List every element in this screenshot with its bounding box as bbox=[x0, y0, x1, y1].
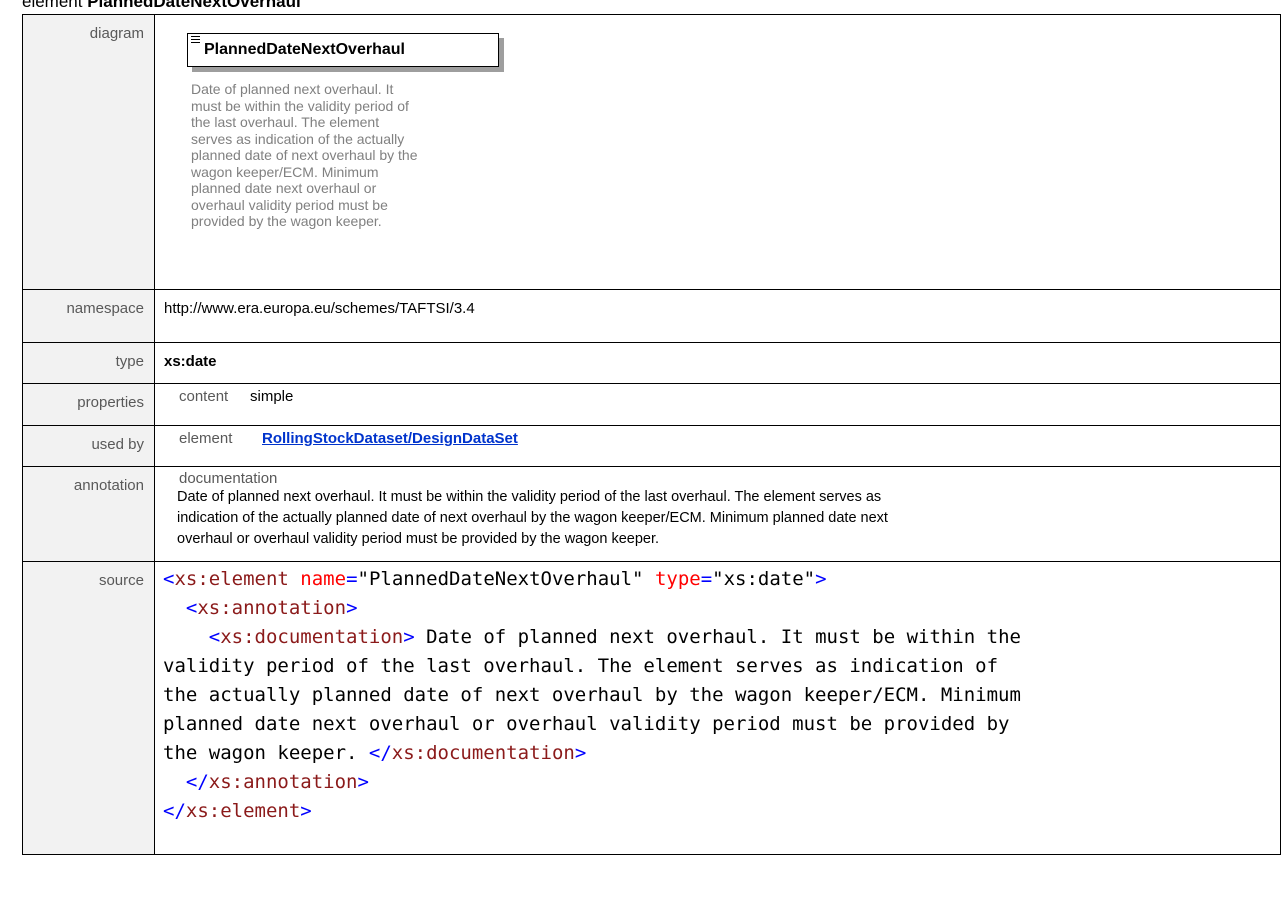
row-type: type xs:date bbox=[22, 342, 1281, 384]
source-code: <xs:element name="PlannedDateNextOverhau… bbox=[163, 568, 1021, 822]
page-title-element-name: PlannedDateNextOverhaul bbox=[87, 0, 301, 11]
element-box-name: PlannedDateNextOverhaul bbox=[204, 41, 405, 58]
diagram-doc-line: wagon keeper/ECM. Minimum bbox=[191, 163, 379, 180]
diagram-documentation: Date of planned next overhaul. It must b… bbox=[191, 81, 506, 230]
diagram-doc-line: Date of planned next overhaul. It bbox=[191, 81, 394, 97]
element-box[interactable]: PlannedDateNextOverhaul bbox=[187, 33, 499, 67]
namespace-value: http://www.era.europa.eu/schemes/TAFTSI/… bbox=[154, 289, 1281, 343]
diagram-doc-line: must be within the validity period of bbox=[191, 97, 409, 114]
source-element-tag: xs:element bbox=[174, 568, 289, 590]
page-title-prefix: element bbox=[22, 0, 83, 11]
annotation-text: Date of planned next overhaul. It must b… bbox=[177, 487, 1280, 550]
annotation-line: Date of planned next overhaul. It must b… bbox=[177, 489, 882, 505]
row-label-annotation: annotation bbox=[22, 466, 155, 562]
annotation-cell: documentation Date of planned next overh… bbox=[154, 466, 1281, 562]
row-used-by: used by element RollingStockDataset/Desig… bbox=[22, 425, 1281, 467]
element-lines-icon bbox=[191, 36, 200, 45]
used-by-link[interactable]: RollingStockDataset/DesignDataSet bbox=[262, 430, 518, 447]
row-annotation: annotation documentation Date of planned… bbox=[22, 466, 1281, 562]
type-value: xs:date bbox=[154, 342, 1281, 384]
diagram-doc-line: the last overhaul. The element bbox=[191, 114, 380, 130]
properties-table: diagram PlannedDateNextOverhaul Date of … bbox=[22, 14, 1281, 855]
diagram-doc-line: planned date next overhaul or bbox=[191, 180, 377, 196]
page-title: element PlannedDateNextOverhaul bbox=[22, 0, 301, 13]
row-diagram: diagram PlannedDateNextOverhaul Date of … bbox=[22, 14, 1281, 290]
annotation-line: overhaul or overhaul validity period mus… bbox=[177, 531, 660, 547]
diagram-doc-line: planned date of next overhaul by the bbox=[191, 147, 418, 163]
annotation-key: documentation bbox=[179, 470, 278, 487]
source-documentation-tag: xs:documentation bbox=[220, 626, 404, 648]
properties-value: simple bbox=[250, 388, 294, 405]
row-source: source <xs:element name="PlannedDateNext… bbox=[22, 561, 1281, 855]
row-label-namespace: namespace bbox=[22, 289, 155, 343]
row-label-properties: properties bbox=[22, 383, 155, 426]
row-label-source: source bbox=[22, 561, 155, 855]
used-by-cell: element RollingStockDataset/DesignDataSet bbox=[154, 425, 1281, 467]
element-diagram: PlannedDateNextOverhaul Date of planned … bbox=[155, 15, 1280, 273]
row-label-type: type bbox=[22, 342, 155, 384]
source-cell: <xs:element name="PlannedDateNextOverhau… bbox=[154, 561, 1281, 855]
diagram-doc-line: overhaul validity period must be bbox=[191, 196, 388, 213]
used-by-key: element bbox=[179, 430, 233, 447]
diagram-doc-line: provided by the wagon keeper. bbox=[191, 213, 382, 229]
diagram-cell: PlannedDateNextOverhaul Date of planned … bbox=[154, 14, 1281, 290]
properties-cell: content simple bbox=[154, 383, 1281, 426]
diagram-doc-line: serves as indication of the actually bbox=[191, 130, 405, 147]
annotation-line: indication of the actually planned date … bbox=[177, 510, 888, 526]
row-label-used-by: used by bbox=[22, 425, 155, 467]
source-annotation-tag: xs:annotation bbox=[197, 597, 347, 619]
row-properties: properties content simple bbox=[22, 383, 1281, 426]
row-label-diagram: diagram bbox=[22, 14, 155, 290]
properties-key: content bbox=[179, 388, 229, 405]
row-namespace: namespace http://www.era.europa.eu/schem… bbox=[22, 289, 1281, 343]
